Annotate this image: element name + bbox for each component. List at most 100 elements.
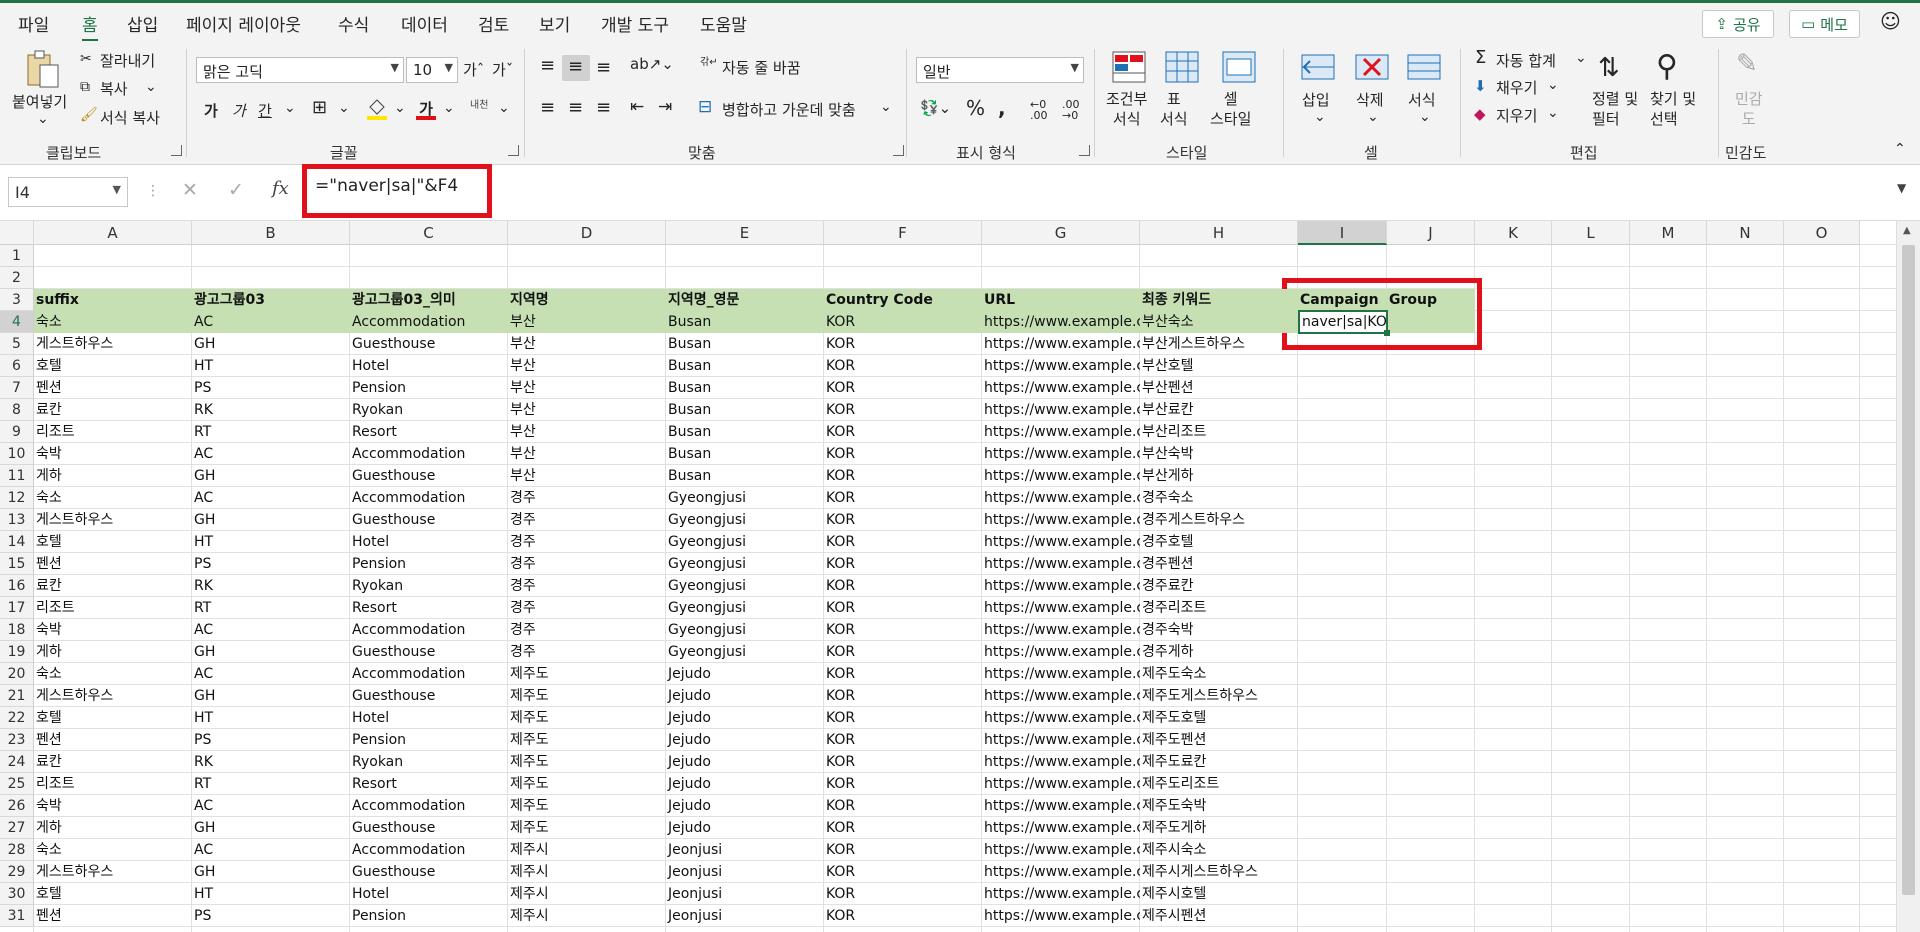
- comma-icon[interactable]: ,: [998, 96, 1006, 120]
- table-cell[interactable]: 게스트하우스: [34, 509, 192, 531]
- table-cell[interactable]: Pension: [350, 729, 508, 751]
- table-cell[interactable]: PS: [192, 553, 350, 575]
- menu-file[interactable]: 파일: [18, 11, 49, 36]
- table-cell[interactable]: PS: [192, 729, 350, 751]
- table-cell[interactable]: 료칸: [34, 399, 192, 421]
- table-cell[interactable]: https://www.example.co.k: [982, 443, 1140, 465]
- table-cell[interactable]: 부산: [508, 355, 666, 377]
- table-cell[interactable]: Accommodation: [350, 443, 508, 465]
- table-cell[interactable]: Pension: [350, 377, 508, 399]
- table-cell[interactable]: Jeonjusi: [666, 883, 824, 905]
- table-cell[interactable]: https://www.example.co.k: [982, 663, 1140, 685]
- table-cell[interactable]: KOR: [824, 729, 982, 751]
- column-header-O[interactable]: O: [1784, 221, 1860, 245]
- table-cell[interactable]: 제주시펜션: [1140, 905, 1360, 927]
- table-cell[interactable]: 부산펜션: [1140, 377, 1360, 399]
- column-header-H[interactable]: H: [1140, 221, 1298, 245]
- column-header-F[interactable]: F: [824, 221, 982, 245]
- menu-developer[interactable]: 개발 도구: [601, 11, 669, 36]
- align-top-icon[interactable]: ≡: [540, 55, 555, 76]
- table-cell[interactable]: 호텔: [34, 355, 192, 377]
- table-cell[interactable]: HT: [192, 707, 350, 729]
- scroll-up-icon[interactable]: ▲: [1903, 225, 1911, 236]
- menu-data[interactable]: 데이터: [401, 11, 448, 36]
- font-color-dropdown-icon[interactable]: ⌄: [443, 100, 455, 116]
- font-launcher-icon[interactable]: [508, 145, 519, 156]
- table-cell[interactable]: KOR: [824, 399, 982, 421]
- row-header-18[interactable]: 18: [0, 619, 34, 641]
- row-header-27[interactable]: 27: [0, 817, 34, 839]
- font-size-select[interactable]: 10 ▼: [406, 57, 458, 83]
- table-cell[interactable]: 부산: [508, 399, 666, 421]
- table-cell[interactable]: Busan: [666, 421, 824, 443]
- share-button[interactable]: ⇪ 공유: [1702, 10, 1774, 38]
- table-cell[interactable]: Busan: [666, 355, 824, 377]
- select-all-corner[interactable]: [0, 221, 34, 245]
- row-header-19[interactable]: 19: [0, 641, 34, 663]
- table-cell[interactable]: https://www.example.co.k: [982, 509, 1140, 531]
- table-cell[interactable]: 료칸: [34, 575, 192, 597]
- table-cell[interactable]: https://www.example.co.k: [982, 531, 1140, 553]
- scroll-thumb[interactable]: [1902, 245, 1915, 895]
- row-header-8[interactable]: 8: [0, 399, 34, 421]
- font-name-select[interactable]: 맑은 고딕 ▼: [196, 57, 404, 83]
- table-cell[interactable]: 경주: [508, 619, 666, 641]
- table-cell[interactable]: KOR: [824, 377, 982, 399]
- table-cell[interactable]: PS: [192, 377, 350, 399]
- table-cell[interactable]: Gyeongjusi: [666, 509, 824, 531]
- table-cell[interactable]: 제주도: [508, 751, 666, 773]
- memo-button[interactable]: ▭ 메모: [1789, 10, 1860, 38]
- row-header-11[interactable]: 11: [0, 465, 34, 487]
- enter-icon[interactable]: ✓: [228, 179, 244, 201]
- table-cell[interactable]: Gyeongjusi: [666, 487, 824, 509]
- clipboard-launcher-icon[interactable]: [171, 145, 182, 156]
- table-cell[interactable]: KOR: [824, 641, 982, 663]
- table-cell[interactable]: 부산리조트: [1140, 421, 1360, 443]
- table-cell[interactable]: Jejudo: [666, 751, 824, 773]
- table-cell[interactable]: Gyeongjusi: [666, 531, 824, 553]
- table-cell[interactable]: GH: [192, 509, 350, 531]
- table-cell[interactable]: https://www.example.co.k: [982, 377, 1140, 399]
- column-header-B[interactable]: B: [192, 221, 350, 245]
- table-cell[interactable]: 게하: [34, 641, 192, 663]
- header-cell[interactable]: suffix: [34, 289, 192, 311]
- table-cell[interactable]: 게하: [34, 817, 192, 839]
- table-cell[interactable]: KOR: [824, 817, 982, 839]
- table-cell[interactable]: https://www.example.co.k: [982, 597, 1140, 619]
- table-cell[interactable]: KOR: [824, 311, 982, 333]
- table-cell[interactable]: Hotel: [350, 531, 508, 553]
- copy-button[interactable]: 복사: [100, 78, 128, 99]
- delete-cells-icon[interactable]: [1354, 51, 1390, 83]
- header-cell[interactable]: Campaign: [1298, 289, 1387, 311]
- table-cell[interactable]: Jeonjusi: [666, 839, 824, 861]
- table-cell[interactable]: 펜션: [34, 553, 192, 575]
- table-cell[interactable]: KOR: [824, 685, 982, 707]
- find-select-icon[interactable]: ⚲: [1656, 49, 1678, 84]
- table-cell[interactable]: 경주게스트하우스: [1140, 509, 1360, 531]
- row-header-1[interactable]: 1: [0, 245, 34, 267]
- table-cell[interactable]: RT: [192, 421, 350, 443]
- table-cell[interactable]: 게스트하우스: [34, 333, 192, 355]
- table-cell[interactable]: Guesthouse: [350, 465, 508, 487]
- header-cell[interactable]: 광고그룹03: [192, 289, 350, 311]
- table-cell[interactable]: 부산: [508, 333, 666, 355]
- table-cell[interactable]: https://www.example.co.k: [982, 905, 1140, 927]
- table-cell[interactable]: 부산숙박: [1140, 443, 1360, 465]
- phonetic-button[interactable]: 내천: [470, 96, 488, 111]
- table-cell[interactable]: 제주도숙박: [1140, 795, 1360, 817]
- table-cell[interactable]: 숙소: [34, 487, 192, 509]
- table-cell[interactable]: KOR: [824, 905, 982, 927]
- menu-formulas[interactable]: 수식: [338, 11, 369, 36]
- table-cell[interactable]: Gyeongjusi: [666, 619, 824, 641]
- table-cell[interactable]: 제주도리조트: [1140, 773, 1360, 795]
- table-cell[interactable]: 펜션: [34, 377, 192, 399]
- table-cell[interactable]: Resort: [350, 421, 508, 443]
- menu-review[interactable]: 검토: [478, 11, 509, 36]
- table-cell[interactable]: Busan: [666, 333, 824, 355]
- table-cell[interactable]: 숙소: [34, 839, 192, 861]
- table-cell[interactable]: Pension: [350, 905, 508, 927]
- table-cell[interactable]: KOR: [824, 707, 982, 729]
- merge-center-button[interactable]: 병합하고 가운데 맞춤: [722, 99, 856, 120]
- row-header-26[interactable]: 26: [0, 795, 34, 817]
- table-cell[interactable]: AC: [192, 443, 350, 465]
